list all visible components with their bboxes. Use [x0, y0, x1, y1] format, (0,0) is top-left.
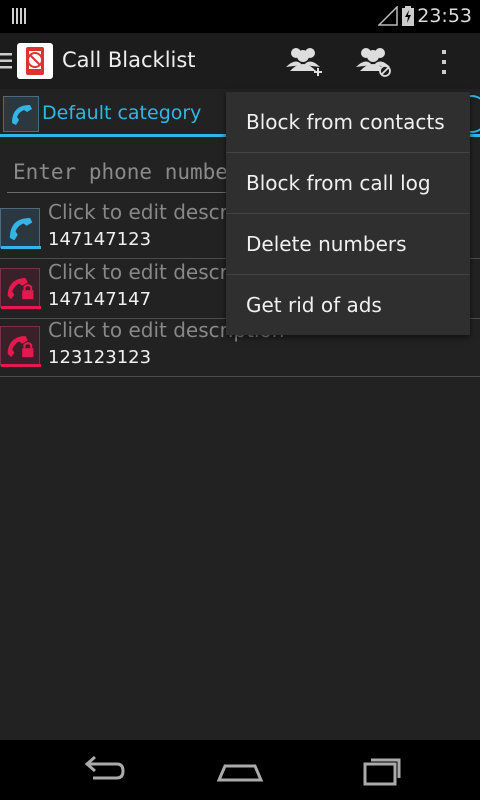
entry-type-badge [0, 326, 41, 367]
entry-type-bar [1, 246, 41, 249]
menu-item-block-from-contacts[interactable]: Block from contacts [226, 92, 470, 153]
phone-icon [12, 105, 32, 125]
phone-icon [9, 217, 33, 241]
signal-icon [378, 6, 398, 26]
status-time: 23:53 [417, 5, 472, 27]
action-bar: Call Blacklist [0, 33, 480, 89]
blocked-phone-icon [7, 335, 34, 358]
entry-type-bar [1, 306, 41, 309]
app-logo-icon [26, 47, 44, 75]
menu-item-block-from-call-log[interactable]: Block from call log [226, 153, 470, 214]
blocked-phone-icon [7, 277, 34, 300]
menu-lines-icon[interactable] [0, 52, 12, 70]
block-contact-icon[interactable] [354, 43, 392, 79]
category-label: Default category [42, 102, 202, 124]
home-icon[interactable] [215, 752, 265, 788]
entry-number: 123123123 [48, 347, 152, 368]
entry-type-bar [1, 364, 41, 367]
add-contact-icon[interactable] [284, 43, 322, 79]
entry-type-badge [0, 208, 41, 249]
notification-icon [12, 8, 28, 24]
navigation-bar [0, 740, 480, 800]
overflow-menu-icon[interactable] [434, 47, 454, 77]
battery-charging-icon [402, 6, 414, 26]
menu-item-get-rid-of-ads[interactable]: Get rid of ads [226, 275, 470, 336]
app-icon[interactable] [17, 43, 53, 79]
category-icon-box [3, 96, 39, 132]
status-bar: 23:53 [0, 0, 480, 33]
entry-type-badge [0, 268, 41, 309]
overflow-menu: Block from contacts Block from call log … [226, 92, 470, 335]
app-title: Call Blacklist [62, 48, 196, 72]
entry-number: 147147123 [48, 229, 152, 250]
entry-number: 147147147 [48, 289, 152, 310]
menu-item-delete-numbers[interactable]: Delete numbers [226, 214, 470, 275]
back-icon[interactable] [77, 752, 127, 788]
recent-apps-icon[interactable] [355, 752, 405, 788]
